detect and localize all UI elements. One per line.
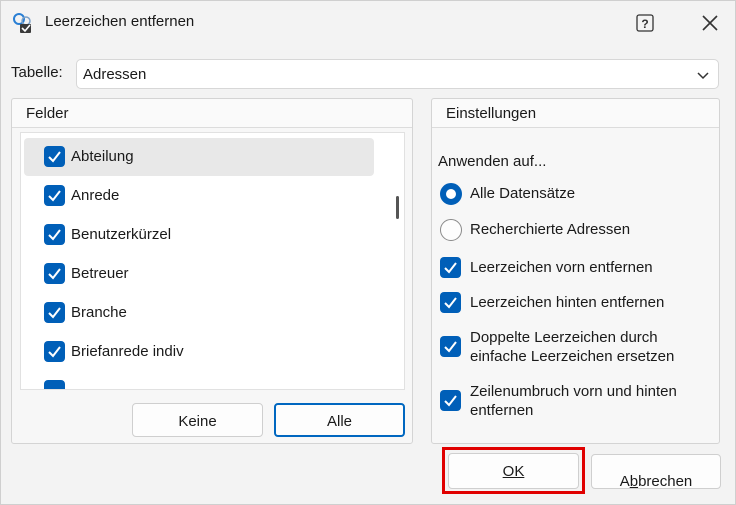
settings-group-header: Einstellungen (432, 99, 719, 128)
window-title: Leerzeichen entfernen (45, 13, 195, 30)
checkbox-linebreaks[interactable] (440, 390, 461, 411)
list-item-label: Anrede (71, 187, 120, 204)
cancel-label-prefix: A (619, 473, 630, 490)
list-item-label: Abteilung (71, 148, 134, 165)
settings-group: Einstellungen Anwenden auf... Alle Daten… (431, 98, 720, 444)
list-item-partial[interactable] (24, 372, 374, 389)
list-item-label: Briefanrede indiv (71, 343, 184, 360)
checkbox-double-spaces[interactable] (440, 336, 461, 357)
cancel-button-label: Abbrechen (620, 464, 693, 490)
radio-all-records-label: Alle Datensätze (470, 185, 576, 202)
list-item[interactable]: Betreuer (24, 255, 374, 293)
list-item-label: Benutzerkürzel (71, 226, 172, 243)
cancel-label-accelerator: b (629, 473, 639, 490)
fields-group: Felder Abteilung Anrede Benutzerkürzel B… (11, 98, 413, 444)
list-item-label: Branche (71, 304, 127, 321)
fields-group-header: Felder (12, 99, 412, 128)
list-item[interactable]: Benutzerkürzel (24, 216, 374, 254)
checkbox-trim-back-label: Leerzeichen hinten entfernen (470, 294, 665, 311)
list-item[interactable]: Branche (24, 294, 374, 332)
checkbox[interactable] (44, 302, 65, 323)
dialog-window: Leerzeichen entfernen ? Tabelle: Adresse… (0, 0, 736, 505)
all-button[interactable]: Alle (274, 403, 405, 437)
checkbox-trim-front[interactable] (440, 257, 461, 278)
checkbox[interactable] (44, 224, 65, 245)
table-label: Tabelle: (11, 64, 63, 81)
checkbox-trim-back[interactable] (440, 292, 461, 313)
list-item-label: Betreuer (71, 265, 129, 282)
list-item[interactable]: Anrede (24, 177, 374, 215)
list-item[interactable]: Briefanrede indiv (24, 333, 374, 371)
checkbox-linebreaks-label-1: Zeilenumbruch vorn und hinten (470, 383, 677, 400)
svg-text:?: ? (641, 17, 648, 31)
help-icon[interactable]: ? (635, 13, 655, 33)
close-icon[interactable] (699, 12, 721, 34)
app-icon (13, 13, 31, 33)
checkbox-trim-front-label: Leerzeichen vorn entfernen (470, 259, 653, 276)
cancel-label-suffix: brechen (638, 473, 693, 490)
checkbox[interactable] (44, 380, 65, 389)
checkbox-linebreaks-label-2: entfernen (470, 402, 534, 419)
checkbox[interactable] (44, 263, 65, 284)
settings-group-title: Einstellungen (446, 105, 537, 122)
checkbox-double-spaces-label-2: einfache Leerzeichen ersetzen (470, 348, 675, 365)
table-select[interactable]: Adressen (76, 59, 719, 89)
chevron-down-icon (697, 72, 709, 80)
radio-searched-addresses[interactable] (440, 219, 462, 241)
apply-to-label: Anwenden auf... (438, 153, 547, 170)
checkbox[interactable] (44, 185, 65, 206)
fields-listbox[interactable]: Abteilung Anrede Benutzerkürzel Betreuer… (20, 132, 405, 390)
all-button-label: Alle (326, 413, 352, 430)
radio-all-records[interactable] (440, 183, 462, 205)
radio-searched-addresses-label: Recherchierte Adressen (470, 221, 631, 238)
cancel-button[interactable]: Abbrechen (591, 454, 721, 490)
table-select-value: Adressen (83, 66, 147, 83)
none-button-label: Keine (178, 413, 217, 430)
list-item[interactable]: Abteilung (24, 138, 374, 176)
none-button[interactable]: Keine (132, 403, 263, 437)
checkbox-double-spaces-label-1: Doppelte Leerzeichen durch (470, 329, 658, 346)
checkbox[interactable] (44, 146, 65, 167)
ok-highlight-box (442, 447, 585, 494)
scrollbar-thumb[interactable] (396, 196, 399, 219)
checkbox[interactable] (44, 341, 65, 362)
title-bar: Leerzeichen entfernen ? (1, 1, 735, 45)
fields-group-title: Felder (26, 105, 69, 122)
